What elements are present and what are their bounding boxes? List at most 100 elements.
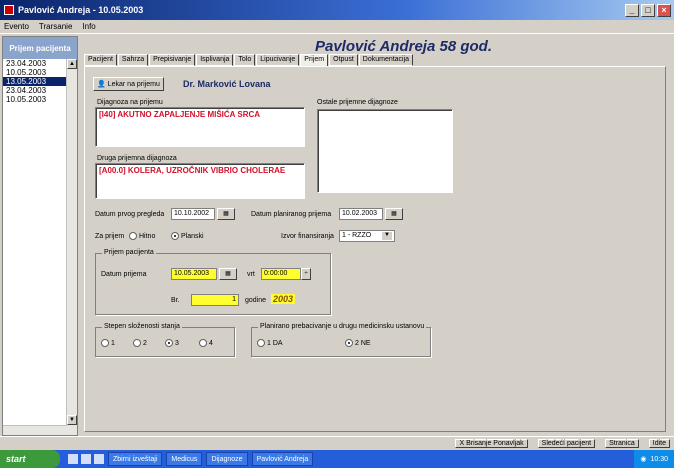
minimize-button[interactable]: _	[625, 3, 639, 17]
tab-otpust[interactable]: Otpust	[329, 54, 358, 66]
planned-date-label: Datum planiranog prijema	[251, 211, 332, 218]
system-tray: ◉ 10:30	[634, 450, 674, 468]
patient-header: Pavlović Andreja 58 god.	[315, 38, 492, 55]
severity-option-label: 1	[111, 339, 115, 347]
menu-item-evento[interactable]: Evento	[4, 22, 29, 31]
radio-planski-label: Planski	[181, 232, 204, 240]
time-spin-icon[interactable]: ÷	[301, 268, 311, 280]
start-button[interactable]: start	[0, 450, 60, 468]
go-button[interactable]: Idite	[648, 439, 670, 448]
window-titlebar: Pavlović Andreja - 10.05.2003 _ □ ×	[0, 0, 674, 20]
transfer-option-label: 1 DA	[267, 339, 283, 347]
patient-age: 58 god.	[439, 38, 492, 55]
taskbar-item[interactable]: Zbirni izveštaji	[108, 452, 163, 466]
scroll-up-icon[interactable]: ▲	[67, 59, 77, 69]
chevron-down-icon: ▼	[382, 232, 392, 240]
severity-group-label: Stepen složenosti stanja	[102, 323, 182, 330]
doctor-icon: 👤	[97, 81, 106, 88]
quick-launch-icon[interactable]	[81, 454, 91, 464]
menu-item-trarsanie[interactable]: Trarsanie	[39, 22, 73, 31]
radio-selected-icon	[171, 232, 179, 240]
transfer-group-label: Planirano prebacivanje u drugu medicinsk…	[258, 323, 427, 330]
severity-option-4[interactable]: 4	[199, 339, 213, 347]
radio-icon	[129, 232, 137, 240]
admission-number-label: Br.	[171, 297, 180, 304]
quick-launch-icon[interactable]	[94, 454, 104, 464]
second-diagnosis-label: Druga prijemna dijagnoza	[97, 155, 177, 162]
vertical-scrollbar[interactable]: ▲ ▼	[66, 59, 77, 435]
calendar-icon[interactable]: ▦	[385, 208, 403, 220]
main-diagnosis-label: Dijagnoza na prijemu	[97, 99, 163, 106]
admission-number-input[interactable]: 1	[191, 294, 239, 306]
quick-launch	[68, 454, 104, 464]
menu-item-info[interactable]: Info	[82, 22, 95, 31]
severity-option-2[interactable]: 2	[133, 339, 147, 347]
visits-panel: Prijem pacijenta 23.04.2003 10.05.2003 1…	[2, 36, 78, 436]
admission-time-input[interactable]: 0:00:00	[261, 268, 301, 280]
doctor-button[interactable]: 👤 Lekar na prijemu	[93, 77, 164, 91]
radio-selected-icon	[165, 339, 173, 347]
visits-panel-header: Prijem pacijenta	[3, 37, 77, 59]
severity-option-label: 3	[175, 339, 179, 347]
tab-dokumentacija[interactable]: Dokumentacija	[358, 54, 414, 66]
tab-pacijent[interactable]: Pacijent	[84, 54, 117, 66]
tab-strip: Pacijent Sahrza Prepisivanje Isplivanja …	[84, 54, 414, 66]
admission-type-label: Za prijem	[95, 233, 125, 240]
admission-date-label: Datum prijema	[101, 271, 147, 278]
taskbar-item[interactable]: Pavlović Andreja	[251, 452, 314, 466]
main-area: Pavlović Andreja 58 god. Pacijent Sahrza…	[80, 36, 672, 436]
tab-prepisivanje[interactable]: Prepisivanje	[149, 54, 196, 66]
other-diagnoses-field[interactable]	[317, 109, 453, 193]
page-button[interactable]: Stranica	[605, 439, 639, 448]
radio-planski[interactable]: Planski	[171, 232, 204, 240]
doctor-button-label: Lekar na prijemu	[107, 80, 160, 88]
close-button[interactable]: ×	[657, 3, 671, 17]
financing-select[interactable]: 1 - RZZO ▼	[339, 230, 395, 242]
taskbar-item[interactable]: Dijagnoze	[206, 452, 248, 466]
planned-date-input[interactable]: 10.02.2003	[339, 208, 383, 220]
severity-option-3[interactable]: 3	[165, 339, 179, 347]
first-exam-date-input[interactable]: 10.10.2002	[171, 208, 215, 220]
taskbar-item[interactable]: Medicus	[166, 452, 203, 466]
admission-year-label: godine	[245, 297, 267, 304]
delete-repeat-button[interactable]: X Brisanje Ponavljak	[455, 439, 528, 448]
tray-icon[interactable]: ◉	[640, 455, 646, 463]
severity-option-label: 4	[209, 339, 213, 347]
second-diagnosis-value: [A00.0] KOLERA, UZROČNIK VIBRIO CHOLERAE	[99, 166, 286, 175]
bottom-toolbar: X Brisanje Ponavljak Sledećí pacijent St…	[0, 436, 674, 450]
taskbar: start Zbirni izveštaji Medicus Dijagnoze…	[0, 450, 674, 468]
main-diagnosis-field[interactable]: [I40] AKUTNO ZAPALJENJE MIŠIĆA SRCA	[95, 107, 305, 147]
tab-tolo[interactable]: Tolo	[234, 54, 256, 66]
maximize-button[interactable]: □	[641, 3, 655, 17]
tab-lipucivanje[interactable]: Lipucivanje	[256, 54, 300, 66]
horizontal-scrollbar[interactable]	[3, 425, 67, 435]
radio-icon	[101, 339, 109, 347]
severity-option-label: 2	[143, 339, 147, 347]
admission-time-label: vrt	[247, 271, 255, 278]
menu-bar: Evento Trarsanie Info	[0, 20, 674, 34]
admission-panel: 👤 Lekar na prijemu Dr. Marković Lovana D…	[84, 66, 666, 432]
tab-isplivanja[interactable]: Isplivanja	[196, 54, 234, 66]
doctor-name: Dr. Marković Lovana	[183, 79, 271, 89]
calendar-icon[interactable]: ▦	[219, 268, 237, 280]
tab-prijem[interactable]: Prijem	[300, 54, 329, 66]
next-patient-button[interactable]: Sledećí pacijent	[537, 439, 596, 448]
calendar-icon[interactable]: ▦	[217, 208, 235, 220]
admission-date-input[interactable]: 10.05.2003	[171, 268, 217, 280]
financing-label: Izvor finansiranja	[281, 233, 334, 240]
first-exam-date-label: Datum prvog pregleda	[95, 211, 165, 218]
severity-option-1[interactable]: 1	[101, 339, 115, 347]
window-title: Pavlović Andreja - 10.05.2003	[18, 5, 144, 15]
scroll-down-icon[interactable]: ▼	[67, 415, 77, 425]
patient-name: Pavlović Andreja	[314, 38, 436, 55]
main-diagnosis-value: [I40] AKUTNO ZAPALJENJE MIŠIĆA SRCA	[99, 110, 261, 119]
radio-hitno[interactable]: Hitno	[129, 232, 155, 240]
quick-launch-icon[interactable]	[68, 454, 78, 464]
transfer-option-yes[interactable]: 1 DA	[257, 339, 283, 347]
second-diagnosis-field[interactable]: [A00.0] KOLERA, UZROČNIK VIBRIO CHOLERAE	[95, 163, 305, 199]
radio-icon	[133, 339, 141, 347]
radio-hitno-label: Hitno	[139, 232, 156, 240]
radio-icon	[257, 339, 265, 347]
tab-sahrza[interactable]: Sahrza	[117, 54, 149, 66]
transfer-option-no[interactable]: 2 NE	[345, 339, 371, 347]
